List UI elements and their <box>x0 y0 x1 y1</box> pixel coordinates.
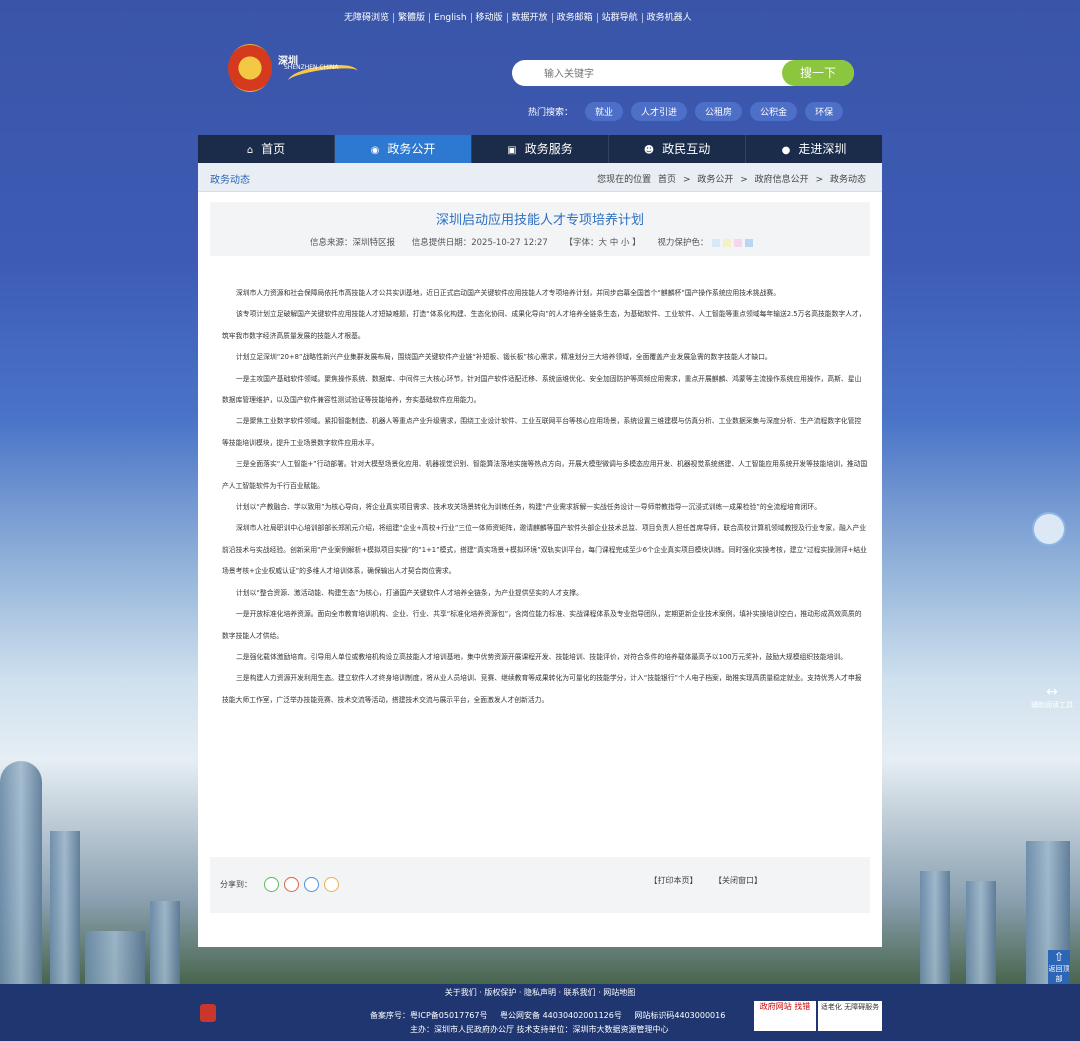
icp-number[interactable]: 备案序号：粤ICP备05017767号 <box>370 1011 488 1020</box>
close-window-button[interactable]: 【关闭窗口】 <box>714 876 762 885</box>
party-emblem-icon[interactable] <box>200 1004 216 1022</box>
breadcrumb-bar: 政务动态 您现在的位置 首页 > 政务公开 > 政府信息公开 > 政务动态 <box>198 163 882 192</box>
hot-search: 热门搜索： 就业 人才引进 公租房 公积金 环保 <box>528 102 844 121</box>
article-paragraph: 二是强化载体激励培育。引导用人单位或教培机构设立高技能人才培训基地，集中优势资源… <box>236 652 848 661</box>
find-error-badge[interactable]: 政府网站 找错 <box>754 1001 816 1031</box>
article-paragraph: 一是开放标准化培养资源。面向全市教育培训机构、企业、行业、共享“标准化培养资源包… <box>222 610 862 640</box>
breadcrumb-label: 您现在的位置 <box>597 175 652 185</box>
back-to-top-label: 返回顶部 <box>1048 965 1070 983</box>
reading-tools-label: 辅助阅读工具 <box>1031 701 1073 709</box>
national-emblem-icon <box>228 44 272 92</box>
wechat-share-icon[interactable] <box>264 877 279 892</box>
hot-tag[interactable]: 环保 <box>805 102 844 121</box>
top-links-bar: 无障碍浏览 繁體版 English 移动版 数据开放 政务邮箱 站群导航 政务机… <box>340 8 696 28</box>
nav-label: 政务公开 <box>387 142 436 156</box>
print-button[interactable]: 【打印本页】 <box>649 876 697 885</box>
article-meta: 信息来源：深圳特区报 信息提供日期：2025-10-27 12:27 【字体：大… <box>310 236 756 248</box>
search-button[interactable]: 搜一下 <box>782 60 854 86</box>
eye-color-swatch[interactable] <box>723 238 732 247</box>
main-nav: ⌂ 首页 ◉ 政务公开 ▣ 政务服务 ☻ 政民互动 ● 走进深圳 <box>198 135 882 163</box>
nav-home[interactable]: ⌂ 首页 <box>198 135 335 163</box>
link-traditional[interactable]: 繁體版 <box>394 13 431 23</box>
breadcrumb-sep: > <box>815 175 824 185</box>
share-bar: 分享到： 【打印本页】 【关闭窗口】 <box>210 857 870 913</box>
link-english[interactable]: English <box>430 13 472 23</box>
eye-protection-label: 视力保护色： <box>657 238 709 248</box>
nav-gov-service[interactable]: ▣ 政务服务 <box>472 135 609 163</box>
registration-info: 备案序号：粤ICP备05017767号 粤公网安备 44030402001126… <box>370 1010 735 1021</box>
article-paragraph: 二是聚焦工业数字软件领域。紧扣智能制造、机器人等重点产业升级需求，围绕工业设计软… <box>222 417 862 447</box>
article-paragraph: 计划以“整合资源、激活动能、构建生态”为核心，打通国产关键软件人才培养全链条，为… <box>236 588 583 597</box>
article-paragraph: 该专项计划立足破解国产关键软件应用技能人才短缺难题，打造“体系化构建、生态化协同… <box>222 310 866 340</box>
arrows-icon: ↔ <box>1046 684 1058 700</box>
qq-share-icon[interactable] <box>304 877 319 892</box>
link-mail[interactable]: 政务邮箱 <box>553 13 598 23</box>
hot-tag[interactable]: 公积金 <box>750 102 798 121</box>
nav-interaction[interactable]: ☻ 政民互动 <box>609 135 746 163</box>
nav-label: 政民互动 <box>662 142 711 156</box>
home-icon: ⌂ <box>246 145 254 156</box>
nav-label: 首页 <box>261 142 286 156</box>
article-paragraph: 计划立足深圳“20+8”战略性新兴产业集群发展布局，围绕国产关键软件产业链“补短… <box>236 353 772 362</box>
people-icon: ☻ <box>643 145 655 156</box>
breadcrumb-info-public[interactable]: 政府信息公开 <box>755 175 809 185</box>
article-title: 深圳启动应用技能人才专项培养计划 <box>435 213 644 228</box>
breadcrumb-sep: > <box>740 175 748 185</box>
article-source: 信息来源：深圳特区报 <box>310 238 396 248</box>
hot-tag[interactable]: 就业 <box>585 102 624 121</box>
breadcrumb-gov-affairs[interactable]: 政务公开 <box>697 175 733 185</box>
weibo-share-icon[interactable] <box>284 877 299 892</box>
search-input[interactable] <box>542 64 786 84</box>
article-paragraph: 三是全面落实“人工智能+”行动部署。针对大模型场景化应用、机器视觉识别、智能算法… <box>222 460 868 490</box>
breadcrumb-news[interactable]: 政务动态 <box>830 175 866 185</box>
nav-label: 政务服务 <box>524 142 573 156</box>
hot-tag[interactable]: 人才引进 <box>631 102 688 121</box>
article-date: 信息提供日期：2025-10-27 12:27 <box>411 238 548 248</box>
logo-subtitle: SHENZHEN CHINA <box>284 64 339 71</box>
link-mobile[interactable]: 移动版 <box>472 13 508 23</box>
eye-color-swatch[interactable] <box>712 238 721 247</box>
site-code: 网站标识码4403000016 <box>634 1011 726 1020</box>
content-panel: ⌂ 首页 ◉ 政务公开 ▣ 政务服务 ☻ 政民互动 ● 走进深圳 政务动态 您现在的位置 … <box>198 135 882 947</box>
article-paragraph: 深圳市人社局职训中心培训部部长郑凯元介绍，将组建“企业+高校+行业”三位一体师资… <box>222 524 867 576</box>
share-label: 分享到： <box>220 880 252 889</box>
robot-assistant-icon[interactable] <box>1032 512 1066 546</box>
article-paragraph: 三是构建人力资源开发利用生态。建立软件人才终身培训制度，将从业人员培训、竞赛、继… <box>222 674 862 704</box>
eye-color-swatch[interactable] <box>745 238 754 247</box>
article-paragraph: 一是主攻国产基础软件领域。聚焦操作系统、数据库、中间件三大核心环节，针对国产软件… <box>222 374 862 405</box>
font-size-control[interactable]: 【字体：大 中 小 】 <box>565 238 641 248</box>
link-robot[interactable]: 政务机器人 <box>643 13 696 23</box>
shenzhen-logo[interactable]: 深圳 SHENZHEN CHINA <box>278 52 360 91</box>
article-paragraph: 计划以“产教融合、学以致用”为核心导向，将企业真实项目需求、技术攻关场景转化为训… <box>236 503 822 512</box>
section-title: 政务动态 <box>210 175 250 186</box>
qzone-share-icon[interactable] <box>324 877 339 892</box>
eye-icon: ◉ <box>370 145 380 156</box>
info-icon: ● <box>781 145 791 156</box>
breadcrumb-sep: > <box>682 175 691 185</box>
link-site-nav[interactable]: 站群导航 <box>598 13 643 23</box>
page-actions: 【打印本页】 【关闭窗口】 <box>635 875 762 886</box>
nav-gov-affairs[interactable]: ◉ 政务公开 <box>335 135 472 163</box>
article-paragraph: 深圳市人力资源和社会保障局依托市高技能人才公共实训基地，近日正式启动国产关键软件… <box>236 289 780 297</box>
article-body: 深圳市人力资源和社会保障局依托市高技能人才公共实训基地，近日正式启动国产关键软件… <box>222 283 868 711</box>
elderly-accessibility-badge[interactable]: 适老化 无障碍服务 <box>818 1001 882 1031</box>
hot-tag[interactable]: 公租房 <box>695 102 743 121</box>
eye-color-swatch[interactable] <box>734 238 743 247</box>
up-arrow-icon: ⇧ <box>1053 950 1065 964</box>
hot-search-label: 热门搜索： <box>528 108 574 118</box>
breadcrumb-home[interactable]: 首页 <box>658 175 676 185</box>
footer: 关于我们 · 版权保护 · 隐私声明 · 联系我们 · 网站地图 备案序号：粤I… <box>0 984 1080 1041</box>
host-info: 主办：深圳市人民政府办公厅 技术支持单位：深圳市大数据资源管理中心 <box>410 1025 669 1034</box>
link-open-data[interactable]: 数据开放 <box>508 13 553 23</box>
service-icon: ▣ <box>507 145 517 156</box>
police-record[interactable]: 粤公网安备 44030402001126号 <box>500 1011 622 1020</box>
footer-links[interactable]: 关于我们 · 版权保护 · 隐私声明 · 联系我们 · 网站地图 <box>0 987 1080 998</box>
search-box: 搜一下 <box>512 60 854 86</box>
article-header: 深圳启动应用技能人才专项培养计划 信息来源：深圳特区报 信息提供日期：2025-… <box>210 202 870 256</box>
reading-tools[interactable]: ↔ 辅助阅读工具 <box>1030 684 1074 710</box>
breadcrumb: 您现在的位置 首页 > 政务公开 > 政府信息公开 > 政务动态 <box>593 172 866 185</box>
link-accessibility[interactable]: 无障碍浏览 <box>340 13 395 23</box>
nav-label: 走进深圳 <box>798 142 847 156</box>
nav-about-shenzhen[interactable]: ● 走进深圳 <box>746 135 882 163</box>
